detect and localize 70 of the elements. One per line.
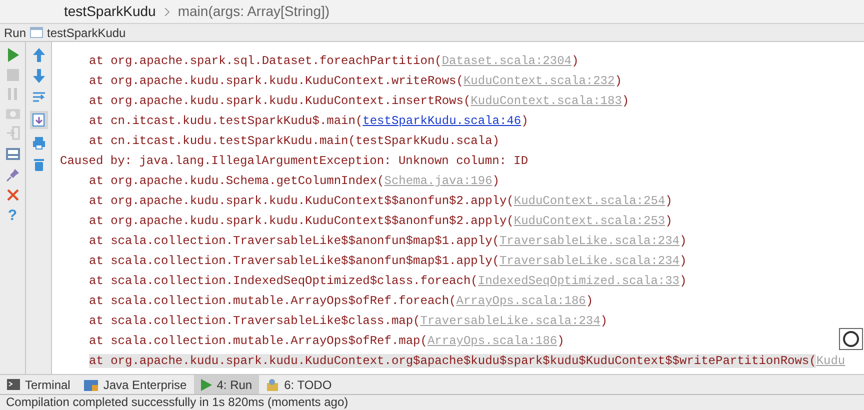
up-arrow-icon[interactable] <box>32 48 44 62</box>
stack-frame: at scala.collection.TraversableLike$$anonfun$map$1.apply( <box>89 234 500 248</box>
window-icon <box>30 27 44 38</box>
tool-window-tab[interactable]: Java Enterprise <box>77 375 194 394</box>
run-tab[interactable]: testSparkKudu <box>47 24 126 42</box>
stack-frame: at org.apache.kudu.spark.kudu.KuduContext.org$apache$kudu$spark$kudu$KuduContext$$writePartitionRows( <box>89 354 816 368</box>
source-link[interactable]: ArrayOps.scala:186 <box>456 294 586 308</box>
tool-window-tab[interactable]: 6: TODO <box>259 375 339 394</box>
run-icon[interactable] <box>6 48 18 62</box>
stack-frame: at cn.itcast.kudu.testSparkKudu.main(testSparkKudu.scala) <box>89 134 500 148</box>
wrap-icon[interactable] <box>32 90 46 104</box>
stack-frame: at org.apache.kudu.spark.kudu.KuduContext$$anonfun$2.apply( <box>89 194 514 208</box>
breadcrumb-item[interactable]: main(args: Array[String]) <box>178 1 330 22</box>
stack-frame: at cn.itcast.kudu.testSparkKudu$.main( <box>89 114 363 128</box>
source-link[interactable]: KuduContext.scala:254 <box>514 194 666 208</box>
source-link[interactable]: TraversableLike.scala:234 <box>420 314 600 328</box>
close-icon[interactable] <box>6 189 18 201</box>
closing-paren: ) <box>665 194 672 208</box>
run-icon <box>200 378 212 390</box>
stack-frame: at scala.collection.mutable.ArrayOps$ofRef.foreach( <box>89 294 456 308</box>
tool-window-tab[interactable]: 4: Run <box>194 375 260 394</box>
status-text: Compilation completed successfully in 1s 820ms (moments ago) <box>0 394 864 410</box>
source-link[interactable]: Dataset.scala:2304 <box>442 54 572 68</box>
chevron-icon <box>164 8 170 16</box>
layout-icon[interactable] <box>4 147 20 161</box>
closing-paren: ) <box>680 274 687 288</box>
closing-paren: ) <box>571 54 579 68</box>
stack-frame: at scala.collection.IndexedSeqOptimized$class.foreach( <box>89 274 478 288</box>
closing-paren: ) <box>586 294 594 308</box>
down-arrow-icon[interactable] <box>32 69 44 83</box>
pin-icon[interactable] <box>6 168 20 182</box>
source-link[interactable]: Kudu <box>816 354 846 368</box>
closing-paren: ) <box>680 254 687 268</box>
stack-frame: at org.apache.kudu.spark.kudu.KuduContext.writeRows( <box>89 74 464 88</box>
folder-icon <box>84 378 98 390</box>
source-link[interactable]: KuduContext.scala:183 <box>470 94 622 108</box>
source-link[interactable]: KuduContext.scala:253 <box>514 214 666 228</box>
closing-paren: ) <box>665 214 672 228</box>
help-icon[interactable]: ? <box>8 208 18 223</box>
closing-paren: ) <box>557 334 564 348</box>
stack-frame: at org.apache.spark.sql.Dataset.foreachPartition( <box>89 54 442 68</box>
print-icon[interactable] <box>32 136 46 150</box>
scroll-to-end-icon[interactable] <box>30 111 48 129</box>
stack-frame: at scala.collection.TraversableLike$class.map( <box>89 314 420 328</box>
run-label: Run <box>4 24 26 42</box>
closing-paren: ) <box>680 234 687 248</box>
exception-message: Caused by: java.lang.IllegalArgumentException: Unknown column: ID <box>60 154 528 168</box>
stack-frame: at org.apache.kudu.spark.kudu.KuduContext.insertRows( <box>89 94 471 108</box>
source-link[interactable]: TraversableLike.scala:234 <box>499 234 680 248</box>
closing-paren: ) <box>622 94 630 108</box>
trash-icon[interactable] <box>32 157 46 171</box>
closing-paren: ) <box>492 174 500 188</box>
closing-paren: ) <box>600 314 608 328</box>
stack-frame: at scala.collection.TraversableLike$$anonfun$map$1.apply( <box>89 254 500 268</box>
closing-paren: ) <box>521 114 528 128</box>
todo-icon <box>266 378 280 390</box>
source-link[interactable]: ArrayOps.scala:186 <box>427 334 558 348</box>
terminal-icon <box>7 379 20 390</box>
source-link[interactable]: Schema.java:196 <box>384 174 492 188</box>
stack-frame: at org.apache.kudu.spark.kudu.KuduContext$$anonfun$2.apply( <box>89 214 514 228</box>
stack-frame: at org.apache.kudu.Schema.getColumnIndex( <box>89 174 384 188</box>
tool-window-tab[interactable]: Terminal <box>0 375 78 394</box>
closing-paren: ) <box>614 74 622 88</box>
source-link[interactable]: IndexedSeqOptimized.scala:33 <box>478 274 680 288</box>
source-link[interactable]: TraversableLike.scala:234 <box>499 254 680 268</box>
stack-frame: at scala.collection.mutable.ArrayOps$ofRef.map( <box>89 334 428 348</box>
refresh-icon[interactable] <box>839 328 863 350</box>
source-link[interactable]: KuduContext.scala:232 <box>463 74 615 88</box>
breadcrumb-item[interactable]: testSparkKudu <box>64 1 156 22</box>
source-link[interactable]: testSparkKudu.scala:46 <box>362 114 522 128</box>
